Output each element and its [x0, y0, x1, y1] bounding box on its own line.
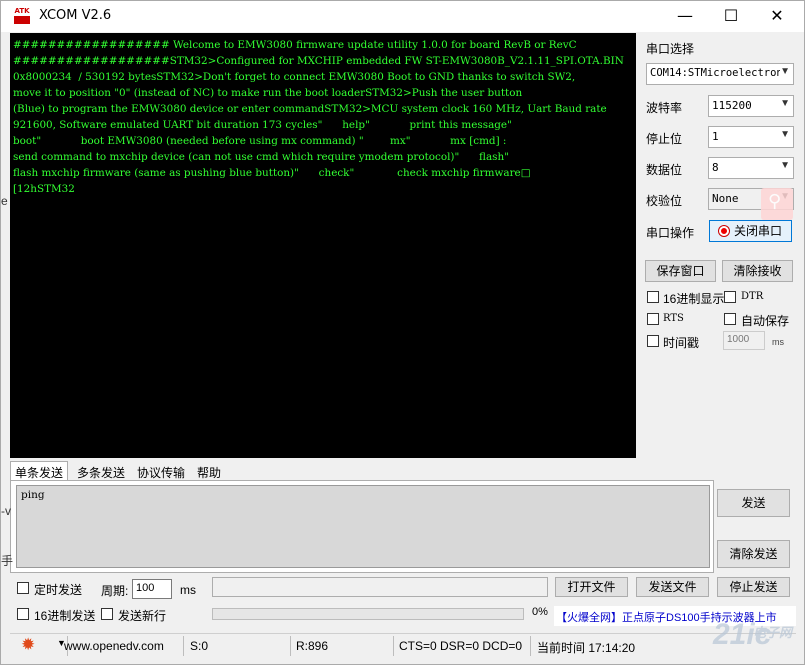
minimize-button[interactable]: —	[662, 1, 708, 32]
data-bits-select[interactable]: 8 ▼	[708, 157, 794, 179]
file-path-field[interactable]	[212, 577, 548, 597]
autosave-checkbox[interactable]	[724, 313, 736, 325]
dtr-label: DTR	[741, 291, 764, 302]
save-window-button[interactable]: 保存窗口	[645, 260, 716, 282]
dtr-checkbox[interactable]	[724, 291, 736, 303]
timed-send-checkbox[interactable]	[17, 582, 29, 594]
send-progress-percent: 0%	[532, 606, 548, 618]
status-bar: ✹ ▼ www.openedv.com S:0 R:896 CTS=0 DSR=…	[10, 633, 796, 657]
tab-multi-send[interactable]: 多条发送	[72, 461, 130, 480]
watermark-logo: 21ic 电子网	[713, 618, 793, 651]
gear-icon[interactable]: ✹	[21, 635, 35, 655]
maximize-button[interactable]: ☐	[708, 1, 754, 32]
sent-count: S:0	[190, 639, 209, 653]
rts-checkbox[interactable]	[647, 313, 659, 325]
stop-send-button[interactable]: 停止发送	[717, 577, 790, 597]
hex-display-label: 16进制显示	[663, 292, 725, 306]
hex-display-checkbox[interactable]	[647, 291, 659, 303]
clear-receive-button[interactable]: 清除接收	[722, 260, 793, 282]
send-newline-checkbox[interactable]	[101, 608, 113, 620]
parity-label: 校验位	[646, 194, 683, 208]
app-logo-icon: ATK	[13, 7, 31, 25]
timestamp-label: 时间戳	[663, 336, 700, 350]
chevron-down-icon: ▼	[780, 160, 790, 171]
clear-send-button[interactable]: 清除发送	[717, 540, 790, 568]
chevron-down-icon: ▼	[780, 98, 790, 109]
autosave-label: 自动保存	[741, 314, 790, 328]
hex-send-checkbox[interactable]	[17, 608, 29, 620]
received-count: R:896	[296, 639, 329, 653]
period-label: 周期:	[101, 584, 129, 598]
window-title: XCOM V2.6	[39, 8, 112, 23]
receive-text: ################## Welcome to EMW3080 fi…	[13, 39, 624, 195]
close-button[interactable]: ✕	[754, 1, 800, 32]
chevron-down-icon: ▼	[780, 66, 790, 77]
background-fragment: e	[1, 194, 8, 208]
signal-status: CTS=0 DSR=0 DCD=0	[399, 639, 523, 653]
tab-protocol[interactable]: 协议传输	[132, 461, 190, 480]
current-time: 当前时间 17:14:20	[537, 641, 636, 655]
period-input[interactable]: 100	[132, 579, 172, 599]
background-fragment: 手	[1, 554, 14, 568]
xcom-window: ATK XCOM V2.6 — ☐ ✕ ################## W…	[0, 0, 805, 665]
receive-terminal[interactable]: ################## Welcome to EMW3080 fi…	[10, 33, 636, 458]
timestamp-checkbox[interactable]	[647, 335, 659, 347]
tab-single-send[interactable]: 单条发送	[10, 461, 69, 480]
baud-rate-label: 波特率	[646, 101, 683, 115]
period-unit-label: ms	[180, 583, 196, 597]
tab-help[interactable]: 帮助	[192, 461, 226, 480]
send-button[interactable]: 发送	[717, 489, 790, 517]
timed-send-label: 定时发送	[34, 583, 83, 597]
timestamp-unit-label: ms	[772, 337, 784, 347]
stop-bits-select[interactable]: 1 ▼	[708, 126, 794, 148]
send-textarea[interactable]: ping	[16, 485, 710, 568]
stop-bits-label: 停止位	[646, 132, 683, 146]
timestamp-interval-input[interactable]: 1000	[723, 331, 765, 350]
baud-rate-select[interactable]: 115200 ▼	[708, 95, 794, 117]
background-fragment: -v	[1, 504, 11, 518]
port-select-label: 串口选择	[646, 42, 695, 56]
close-port-button[interactable]: 关闭串口	[709, 220, 792, 242]
search-lens-icon: ⚲	[761, 188, 793, 220]
chevron-down-icon: ▼	[780, 129, 790, 140]
data-bits-label: 数据位	[646, 163, 683, 177]
send-file-button[interactable]: 发送文件	[636, 577, 709, 597]
website-link[interactable]: www.openedv.com	[64, 639, 164, 653]
send-progress-bar	[212, 608, 524, 620]
port-select[interactable]: COM14:STMicroelectron ▼	[646, 63, 794, 85]
open-file-button[interactable]: 打开文件	[555, 577, 628, 597]
port-operation-label: 串口操作	[646, 226, 695, 240]
title-bar: ATK XCOM V2.6 — ☐ ✕	[1, 1, 804, 32]
hex-send-label: 16进制发送	[34, 609, 96, 623]
send-newline-label: 发送新行	[118, 609, 167, 623]
led-indicator-icon	[718, 226, 729, 236]
rts-label: RTS	[663, 313, 684, 324]
